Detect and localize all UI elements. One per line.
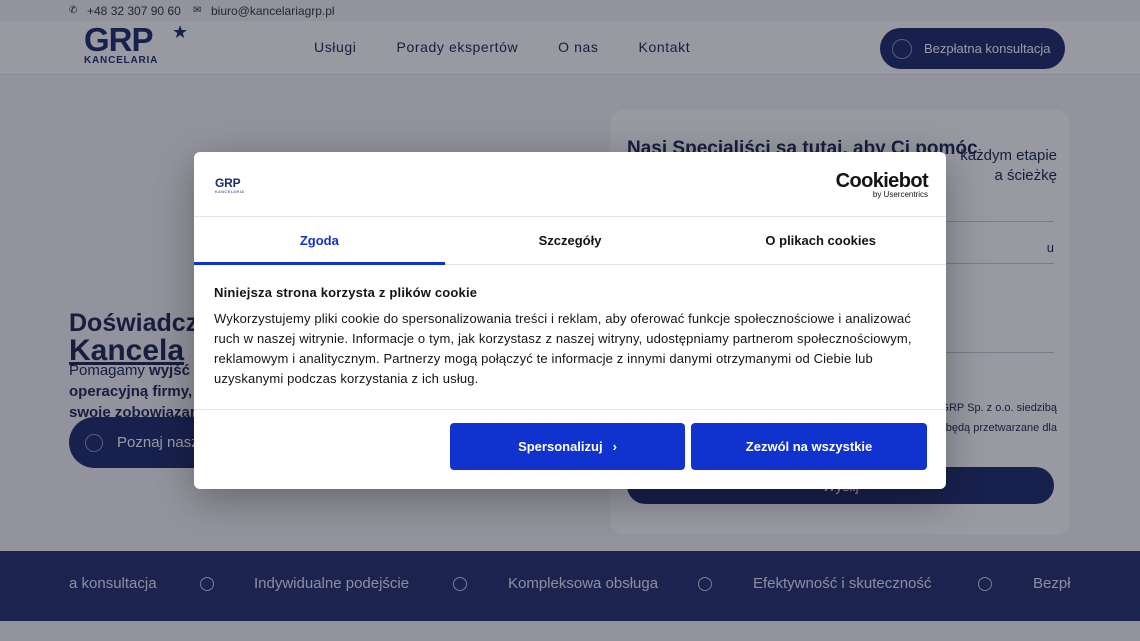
chevron-right-icon: › [612,439,617,454]
cookiebot-brand: Cookiebot [835,170,929,192]
customize-label: Spersonalizuj [518,439,603,454]
cookiebot-logo[interactable]: Cookiebot by Usercentrics [835,170,929,199]
tab-szczegoly[interactable]: Szczegóły [445,217,696,264]
dialog-site-logo: GRP KANCELARIA [215,176,244,194]
dialog-logo-sub: KANCELARIA [215,189,245,194]
cookie-dialog-body: Niniejsza strona korzysta z plików cooki… [214,285,926,389]
cookie-heading: Niniejsza strona korzysta z plików cooki… [214,285,478,300]
tab-o-plikach-cookies[interactable]: O plikach cookies [695,217,946,264]
dialog-logo-text: GRP [215,176,241,190]
cookie-consent-dialog: GRP KANCELARIA Cookiebot by Usercentrics… [194,152,946,489]
cookie-dialog-footer: Spersonalizuj › Zezwól na wszystkie [194,409,946,489]
cookie-tabs: Zgoda Szczegóły O plikach cookies [194,216,946,265]
tab-zgoda[interactable]: Zgoda [194,217,445,265]
customize-button[interactable]: Spersonalizuj › [450,423,685,470]
allow-all-button[interactable]: Zezwól na wszystkie [691,423,927,470]
allow-all-label: Zezwól na wszystkie [745,439,873,454]
cookie-description: Wykorzystujemy pliki cookie do spersonal… [214,311,912,386]
